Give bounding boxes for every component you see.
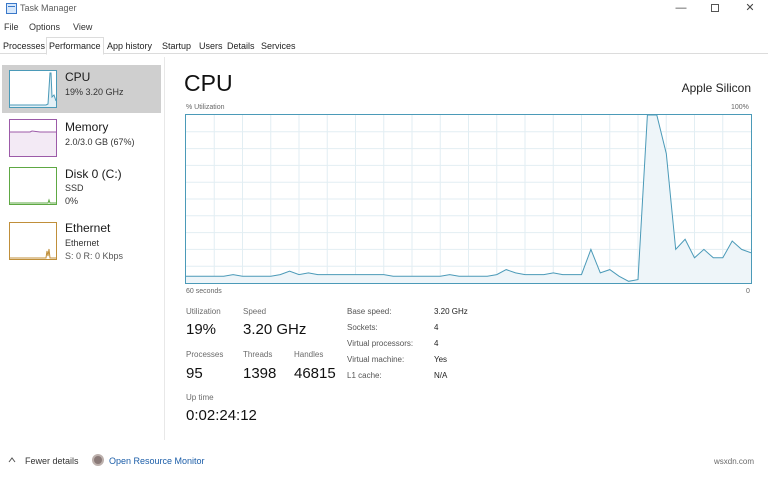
sidebar-disk-type: SSD: [65, 183, 84, 193]
page-title: CPU: [184, 70, 233, 96]
tab-app-history[interactable]: App history: [105, 39, 154, 54]
base-speed-label: Base speed:: [347, 307, 392, 316]
sidebar-disk-name: Disk 0 (C:): [65, 167, 122, 181]
cpu-graph-svg: [186, 115, 751, 283]
tab-startup[interactable]: Startup: [160, 39, 193, 54]
open-resource-monitor-link[interactable]: Open Resource Monitor: [109, 456, 205, 466]
sidebar-disk-usage: 0%: [65, 196, 79, 206]
sidebar-memory-usage: 2.0/3.0 GB (67%): [65, 137, 135, 147]
speed-value: 3.20 GHz: [243, 321, 307, 338]
speed-label: Speed: [243, 307, 267, 316]
tab-bar: Processes Performance App history Startu…: [0, 37, 768, 55]
cpu-model-name: Apple Silicon: [681, 81, 751, 95]
sidebar-item-disk[interactable]: Disk 0 (C:) SSD 0%: [2, 163, 161, 211]
utilization-label: Utilization: [186, 307, 221, 316]
tab-services[interactable]: Services: [259, 39, 298, 54]
virtual-processors-label: Virtual processors:: [347, 339, 414, 348]
sidebar-ethernet-throughput: S: 0 R: 0 Kbps: [65, 251, 124, 261]
base-speed-value: 3.20 GHz: [434, 307, 468, 316]
sidebar-cpu-name: CPU: [65, 70, 91, 84]
chevron-up-icon[interactable]: [8, 456, 16, 464]
l1-cache-label: L1 cache:: [347, 371, 382, 380]
virtual-machine-value: Yes: [434, 355, 448, 364]
menu-options[interactable]: Options: [29, 22, 60, 32]
ethernet-thumbnail-graph: [9, 222, 57, 260]
close-button[interactable]: ✕: [735, 0, 765, 16]
fewer-details-button[interactable]: Fewer details: [25, 456, 79, 466]
maximize-button[interactable]: [700, 0, 730, 16]
watermark-text: wsxdn.com: [714, 457, 755, 466]
cpu-utilization-graph: [185, 114, 752, 284]
resource-monitor-icon: [92, 454, 104, 466]
threads-value: 1398: [243, 365, 277, 382]
resource-sidebar: CPU 19% 3.20 GHz Memory 2.0/3.0 GB (67%)…: [0, 57, 165, 440]
graph-y-label: % Utilization: [186, 104, 225, 111]
handles-value: 46815: [294, 365, 336, 382]
minimize-button[interactable]: —: [666, 0, 696, 16]
sockets-value: 4: [434, 323, 439, 332]
utilization-value: 19%: [186, 321, 217, 338]
graph-x-min-label: 0: [746, 288, 750, 295]
sockets-label: Sockets:: [347, 323, 378, 332]
l1-cache-value: N/A: [434, 371, 448, 380]
memory-thumbnail-graph: [9, 119, 57, 157]
tab-details[interactable]: Details: [225, 39, 257, 54]
tab-processes[interactable]: Processes: [1, 39, 47, 54]
uptime-value: 0:02:24:12: [186, 407, 257, 424]
task-manager-icon: [6, 3, 17, 14]
window-title: Task Manager: [20, 3, 77, 13]
sidebar-cpu-usage: 19% 3.20 GHz: [65, 87, 124, 97]
threads-label: Threads: [243, 350, 273, 359]
tab-performance[interactable]: Performance: [46, 37, 104, 55]
processes-label: Processes: [186, 350, 224, 359]
sidebar-memory-name: Memory: [65, 120, 109, 134]
sidebar-ethernet-adapter: Ethernet: [65, 238, 100, 248]
processes-value: 95: [186, 365, 203, 382]
graph-y-max-label: 100%: [731, 104, 749, 111]
menu-file[interactable]: File: [4, 22, 19, 32]
cpu-thumbnail-graph: [9, 70, 57, 108]
tab-users[interactable]: Users: [197, 39, 225, 54]
footer-bar: Fewer details Open Resource Monitor wsxd…: [0, 448, 768, 478]
uptime-label: Up time: [186, 393, 214, 402]
handles-label: Handles: [294, 350, 324, 359]
sidebar-item-ethernet[interactable]: Ethernet Ethernet S: 0 R: 0 Kbps: [2, 217, 161, 265]
virtual-processors-value: 4: [434, 339, 439, 348]
graph-x-label: 60 seconds: [186, 288, 222, 295]
disk-thumbnail-graph: [9, 167, 57, 205]
sidebar-item-memory[interactable]: Memory 2.0/3.0 GB (67%): [2, 115, 161, 163]
sidebar-ethernet-name: Ethernet: [65, 221, 111, 235]
sidebar-item-cpu[interactable]: CPU 19% 3.20 GHz: [2, 65, 161, 113]
menu-view[interactable]: View: [73, 22, 92, 32]
virtual-machine-label: Virtual machine:: [347, 355, 405, 364]
title-bar: Task Manager — ✕: [0, 0, 768, 18]
